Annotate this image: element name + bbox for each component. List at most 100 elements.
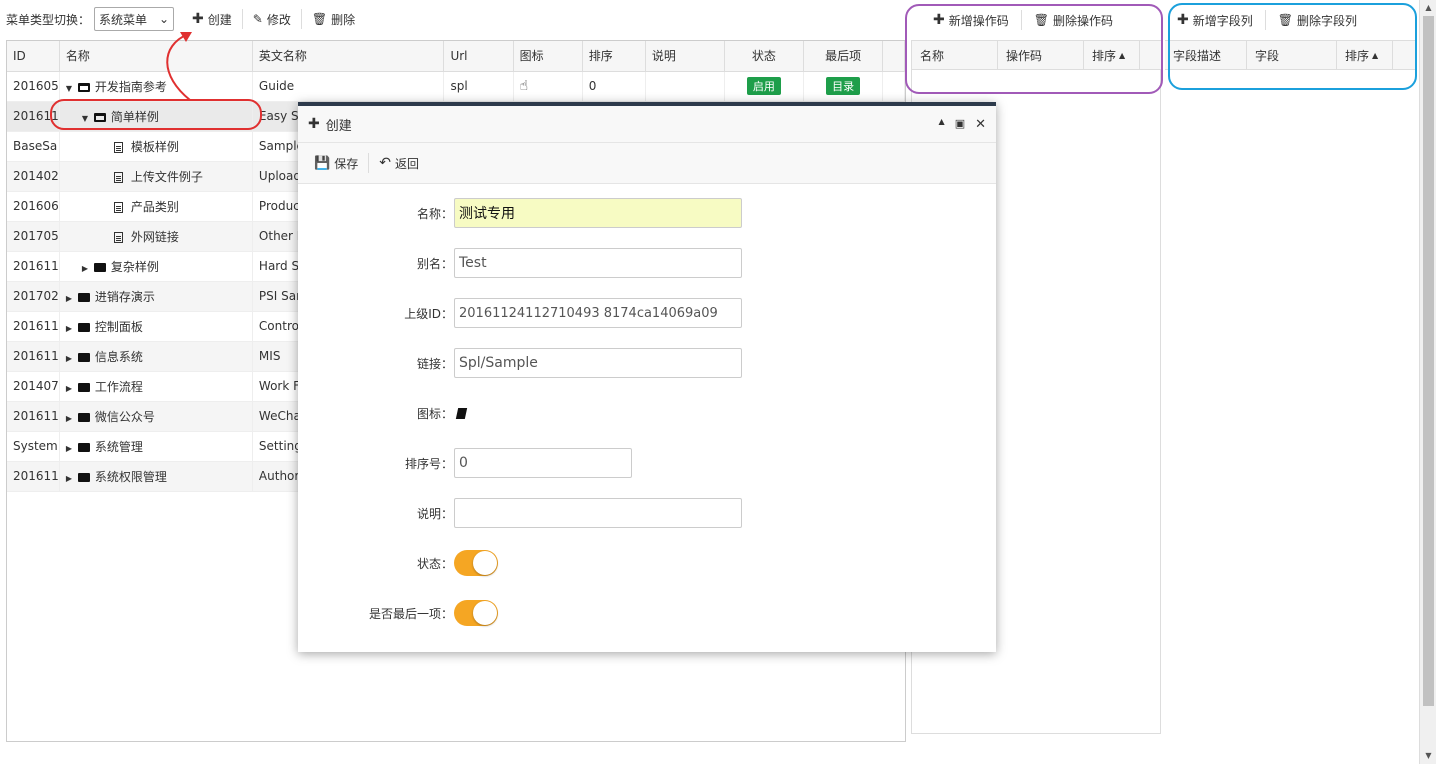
cell-id: 201702 xyxy=(7,281,60,312)
book-icon[interactable] xyxy=(455,407,468,419)
trash-icon: 🗑 xyxy=(1277,13,1293,27)
cell-id: 201611 xyxy=(7,461,60,492)
col-field-desc[interactable]: 字段描述 xyxy=(1165,41,1247,69)
folder-icon xyxy=(77,322,90,332)
annotation-arrow xyxy=(166,32,192,101)
scrollbar-thumb[interactable] xyxy=(1423,16,1434,706)
alias-input[interactable]: Test xyxy=(454,248,742,278)
cell-name: ▼ 简单样例 xyxy=(59,101,253,132)
caret-right-icon[interactable]: ▶ xyxy=(66,354,76,363)
desc-label: 说明： xyxy=(416,506,453,521)
remove-opcode-button[interactable]: 🗑 删除操作码 xyxy=(1022,10,1125,30)
cell-sort: 0 xyxy=(582,71,646,102)
col-icon[interactable]: 图标 xyxy=(513,41,583,72)
name-input[interactable]: 测试专用 xyxy=(454,198,742,228)
main-toolbar: 菜单类型切换： 系统菜单 ⌄ ✚ 创建 ✎ 修改 🗑 删除 xyxy=(0,0,900,38)
create-dialog: ✚ 创建 ▲ ▣ ✕ 💾 保存 ↶ 返回 名称： 测试专用 别名： Test 上… xyxy=(298,102,996,652)
folder-open-icon xyxy=(93,112,106,122)
caret-right-icon[interactable]: ▶ xyxy=(66,384,76,393)
caret-right-icon[interactable]: ▶ xyxy=(66,294,76,303)
cell-id: 201611 xyxy=(7,311,60,342)
caret-right-icon[interactable]: ▶ xyxy=(82,264,92,273)
folder-icon xyxy=(77,352,90,362)
status-label: 状态： xyxy=(416,556,453,571)
col-name[interactable]: 名称 xyxy=(59,41,253,72)
col-opcode-name[interactable]: 名称 xyxy=(912,41,998,69)
col-en-name[interactable]: 英文名称 xyxy=(252,41,445,72)
col-last[interactable]: 最后项 xyxy=(803,41,884,72)
folder-icon xyxy=(77,292,90,302)
add-field-button[interactable]: ✚ 新增字段列 xyxy=(1165,10,1266,30)
parent-id-input[interactable]: 20161124112710493 8174ca14069a09 xyxy=(454,298,742,328)
cell-id: 201611 xyxy=(7,101,60,132)
add-opcode-button[interactable]: ✚ 新增操作码 xyxy=(921,10,1022,30)
plus-icon: ✚ xyxy=(192,11,204,27)
col-desc[interactable]: 说明 xyxy=(645,41,725,72)
cell-en: Guide xyxy=(252,71,445,102)
undo-arrow-icon: ↶ xyxy=(379,155,391,171)
cell-id: 201611 xyxy=(7,341,60,372)
col-field-name[interactable]: 字段 xyxy=(1247,41,1337,69)
caret-right-icon[interactable]: ▶ xyxy=(66,474,76,483)
link-input[interactable]: Spl/Sample xyxy=(454,348,742,378)
folder-icon xyxy=(93,262,106,272)
plus-icon: ✚ xyxy=(308,116,320,132)
dialog-titlebar[interactable]: ✚ 创建 ▲ ▣ ✕ xyxy=(298,106,996,142)
delete-button[interactable]: 🗑 删除 xyxy=(302,9,365,29)
cell-url: spl xyxy=(443,71,514,102)
col-opcode-sort[interactable]: 排序 ▲ xyxy=(1084,41,1140,69)
table-row[interactable]: 201605 ▼ 开发指南参考 Guide spl ☝ 0 启用 目录 xyxy=(7,71,905,102)
last-item-label: 是否最后一项： xyxy=(368,606,453,621)
cell-name: ▶ 微信公众号 xyxy=(59,401,253,432)
scroll-down-icon[interactable]: ▼ xyxy=(1420,748,1436,764)
caret-right-icon[interactable]: ▶ xyxy=(66,324,76,333)
col-id[interactable]: ID xyxy=(7,41,60,72)
cell-name: 模板样例 xyxy=(59,131,253,162)
folder-icon xyxy=(77,442,90,452)
field-panel: ✚ 新增字段列 🗑 删除字段列 字段描述 字段 排序 ▲ xyxy=(1165,0,1417,764)
icon-label: 图标： xyxy=(416,406,453,421)
document-icon xyxy=(113,171,123,183)
sort-input[interactable]: 0 xyxy=(454,448,632,478)
scroll-up-icon[interactable]: ▲ xyxy=(1420,0,1436,16)
edit-button[interactable]: ✎ 修改 xyxy=(243,9,302,29)
cell-id: 201605 xyxy=(7,71,60,102)
caret-down-icon[interactable]: ▼ xyxy=(82,114,92,123)
dialog-title: ✚ 创建 xyxy=(308,116,352,134)
form-row-icon: 图标： xyxy=(298,398,996,428)
parent-id-label: 上级ID： xyxy=(404,306,453,321)
form-row-status: 状态： xyxy=(298,548,996,578)
collapse-icon[interactable]: ▲ xyxy=(939,117,945,132)
caret-down-icon[interactable]: ▼ xyxy=(66,84,76,93)
trash-icon: 🗑 xyxy=(311,12,328,26)
last-item-toggle[interactable] xyxy=(454,600,498,626)
caret-right-icon[interactable]: ▶ xyxy=(66,444,76,453)
hand-pointer-icon: ☝ xyxy=(519,78,529,94)
cell-id: 201611 xyxy=(7,251,60,282)
page-scrollbar[interactable]: ▲ ▼ xyxy=(1419,0,1436,764)
folder-open-icon xyxy=(77,82,90,92)
desc-input[interactable] xyxy=(454,498,742,528)
col-status[interactable]: 状态 xyxy=(724,41,805,72)
remove-field-button[interactable]: 🗑 删除字段列 xyxy=(1266,10,1369,30)
caret-right-icon[interactable]: ▶ xyxy=(66,414,76,423)
col-url[interactable]: Url xyxy=(443,41,514,72)
status-toggle[interactable] xyxy=(454,550,498,576)
document-icon xyxy=(113,231,123,243)
status-badge: 启用 xyxy=(746,77,781,95)
cell-id: BaseSa xyxy=(7,131,60,162)
back-button[interactable]: ↶ 返回 xyxy=(369,153,429,173)
cell-id: 201606 xyxy=(7,191,60,222)
trash-icon: 🗑 xyxy=(1033,13,1049,27)
maximize-icon[interactable]: ▣ xyxy=(955,117,965,132)
cell-name: ▶ 进销存演示 xyxy=(59,281,253,312)
floppy-disk-icon: 💾 xyxy=(314,155,331,171)
link-label: 链接： xyxy=(416,356,453,371)
close-icon[interactable]: ✕ xyxy=(975,117,986,132)
col-sort[interactable]: 排序 xyxy=(582,41,646,72)
form-row-alias: 别名： Test xyxy=(298,248,996,278)
save-button[interactable]: 💾 保存 xyxy=(304,153,370,173)
col-opcode-code[interactable]: 操作码 xyxy=(998,41,1084,69)
cell-id: 201407 xyxy=(7,371,60,402)
col-field-sort[interactable]: 排序 ▲ xyxy=(1337,41,1393,69)
